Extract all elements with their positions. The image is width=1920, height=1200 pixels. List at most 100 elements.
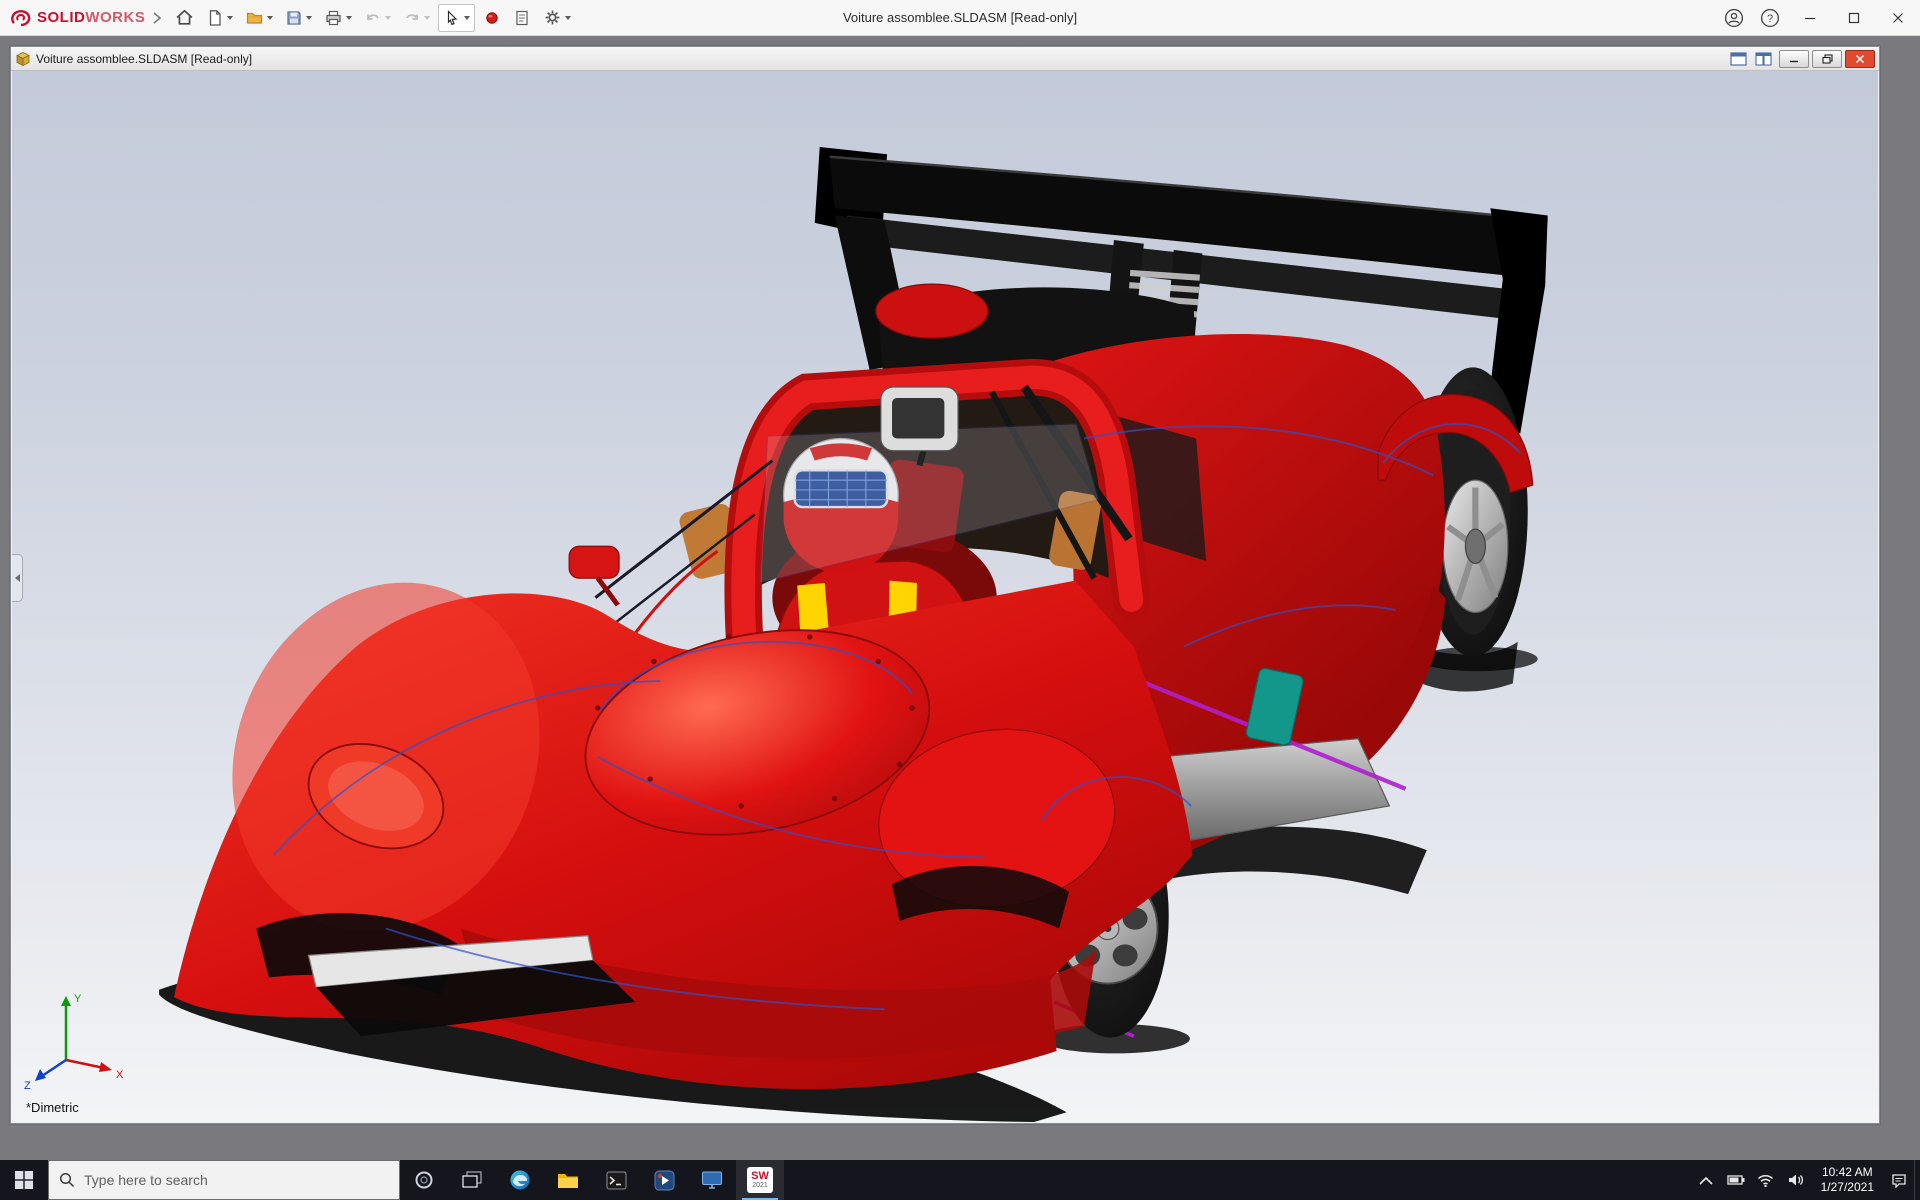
- svg-text:Z: Z: [24, 1080, 31, 1090]
- undo-button[interactable]: [360, 4, 395, 32]
- media-player-button[interactable]: [640, 1160, 688, 1200]
- print-button[interactable]: [320, 4, 356, 32]
- open-dropdown[interactable]: [267, 16, 273, 20]
- document-title: Voiture assomblee.SLDASM [Read-only]: [36, 52, 252, 66]
- solidworks-logo: SOLIDWORKS: [0, 8, 151, 28]
- side-mirror: [569, 546, 619, 578]
- cortana-icon: [414, 1170, 434, 1190]
- graphics-area[interactable]: Y X Z *Dimetric: [12, 71, 1878, 1122]
- file-explorer-icon: [557, 1171, 579, 1190]
- rebuild-button[interactable]: [479, 4, 505, 32]
- media-player-icon: [654, 1170, 675, 1191]
- front-body[interactable]: [174, 540, 1192, 1089]
- maximize-button[interactable]: [1832, 0, 1876, 36]
- brand-works: WORKS: [85, 9, 145, 26]
- edge-icon: [509, 1169, 531, 1191]
- doc-minimize-button[interactable]: [1779, 50, 1809, 68]
- model-canvas[interactable]: [12, 71, 1878, 1122]
- display-icon: [701, 1170, 723, 1190]
- help-icon: ?: [1760, 8, 1780, 28]
- new-document-button[interactable]: [202, 4, 237, 32]
- search-icon: [59, 1172, 75, 1188]
- new-window-icon[interactable]: [1730, 52, 1747, 66]
- select-cursor-icon: [443, 9, 461, 27]
- file-properties-button[interactable]: [509, 4, 535, 32]
- battery-icon: [1727, 1175, 1745, 1185]
- save-dropdown[interactable]: [306, 16, 312, 20]
- search-placeholder: Type here to search: [84, 1172, 208, 1188]
- command-prompt-icon: [606, 1171, 627, 1190]
- clock-date: 1/27/2021: [1821, 1180, 1874, 1195]
- app-title-bar: SOLIDWORKS: [0, 0, 1920, 36]
- action-center-button[interactable]: [1884, 1160, 1914, 1200]
- rebuild-icon: [483, 9, 501, 27]
- doc-restore-button[interactable]: [1812, 50, 1842, 68]
- undo-dropdown[interactable]: [385, 16, 391, 20]
- start-button[interactable]: [0, 1160, 48, 1200]
- doc-close-button[interactable]: [1845, 50, 1875, 68]
- windows-taskbar: Type here to search: [0, 1160, 1920, 1200]
- select-tool-dropdown[interactable]: [464, 16, 470, 20]
- minimize-icon: [1804, 12, 1816, 24]
- document-title-bar[interactable]: Voiture assomblee.SLDASM [Read-only]: [11, 47, 1879, 71]
- gear-icon: [543, 8, 562, 27]
- close-button[interactable]: [1876, 0, 1920, 36]
- network-tray-button[interactable]: [1751, 1160, 1781, 1200]
- battery-tray-button[interactable]: [1721, 1160, 1751, 1200]
- show-desktop-button[interactable]: [1914, 1160, 1920, 1200]
- view-orientation-label: *Dimetric: [26, 1100, 79, 1115]
- doc-minimize-icon: [1789, 54, 1799, 63]
- file-properties-icon: [513, 9, 531, 27]
- home-button[interactable]: [171, 4, 198, 32]
- minimize-button[interactable]: [1788, 0, 1832, 36]
- clock-time: 10:42 AM: [1821, 1165, 1874, 1180]
- redo-icon: [403, 9, 421, 27]
- select-tool-button[interactable]: [438, 4, 475, 32]
- file-explorer-button[interactable]: [544, 1160, 592, 1200]
- edge-button[interactable]: [496, 1160, 544, 1200]
- command-prompt-button[interactable]: [592, 1160, 640, 1200]
- doc-close-icon: [1855, 54, 1865, 64]
- windows-logo-icon: [15, 1171, 33, 1189]
- task-view-button[interactable]: [448, 1160, 496, 1200]
- new-document-dropdown[interactable]: [227, 16, 233, 20]
- options-dropdown[interactable]: [565, 16, 571, 20]
- search-input[interactable]: Type here to search: [48, 1160, 400, 1200]
- options-button[interactable]: [539, 4, 575, 32]
- task-view-icon: [462, 1171, 482, 1189]
- new-document-icon: [206, 9, 224, 27]
- hidden-icons-button[interactable]: [1691, 1160, 1721, 1200]
- system-tray: 10:42 AM 1/27/2021: [1691, 1160, 1920, 1200]
- doc-restore-icon: [1822, 54, 1833, 64]
- display-settings-button[interactable]: [688, 1160, 736, 1200]
- assembly-document-icon: [15, 51, 31, 67]
- account-button[interactable]: [1716, 0, 1752, 36]
- redo-button[interactable]: [399, 4, 434, 32]
- solidworks-taskbar-button[interactable]: SW 2021: [736, 1160, 784, 1200]
- redo-dropdown[interactable]: [424, 16, 430, 20]
- document-window: Voiture assomblee.SLDASM [Read-only]: [10, 46, 1880, 1124]
- help-button[interactable]: ?: [1752, 0, 1788, 36]
- brand-solid: SOLID: [37, 9, 85, 26]
- print-icon: [324, 9, 343, 27]
- speaker-icon: [1788, 1173, 1804, 1187]
- save-button[interactable]: [281, 4, 316, 32]
- svg-text:Y: Y: [74, 993, 82, 1005]
- toolbar-expand-arrow-icon[interactable]: [153, 12, 161, 24]
- chevron-up-icon: [1699, 1176, 1713, 1185]
- save-icon: [285, 9, 303, 27]
- print-dropdown[interactable]: [346, 16, 352, 20]
- cortana-button[interactable]: [400, 1160, 448, 1200]
- open-button[interactable]: [241, 4, 277, 32]
- tile-windows-icon[interactable]: [1755, 52, 1772, 66]
- quick-access-toolbar: [171, 4, 575, 32]
- action-center-icon: [1891, 1173, 1907, 1188]
- window-controls: ?: [1716, 0, 1920, 36]
- solidworks-app-icon: SW 2021: [747, 1167, 773, 1193]
- close-icon: [1892, 12, 1904, 24]
- svg-text:?: ?: [1767, 13, 1773, 25]
- volume-tray-button[interactable]: [1781, 1160, 1811, 1200]
- taskbar-clock[interactable]: 10:42 AM 1/27/2021: [1811, 1165, 1884, 1195]
- solidworks-app-window: SOLIDWORKS: [0, 0, 1920, 1200]
- featuremanager-collapse-tab[interactable]: [12, 554, 23, 602]
